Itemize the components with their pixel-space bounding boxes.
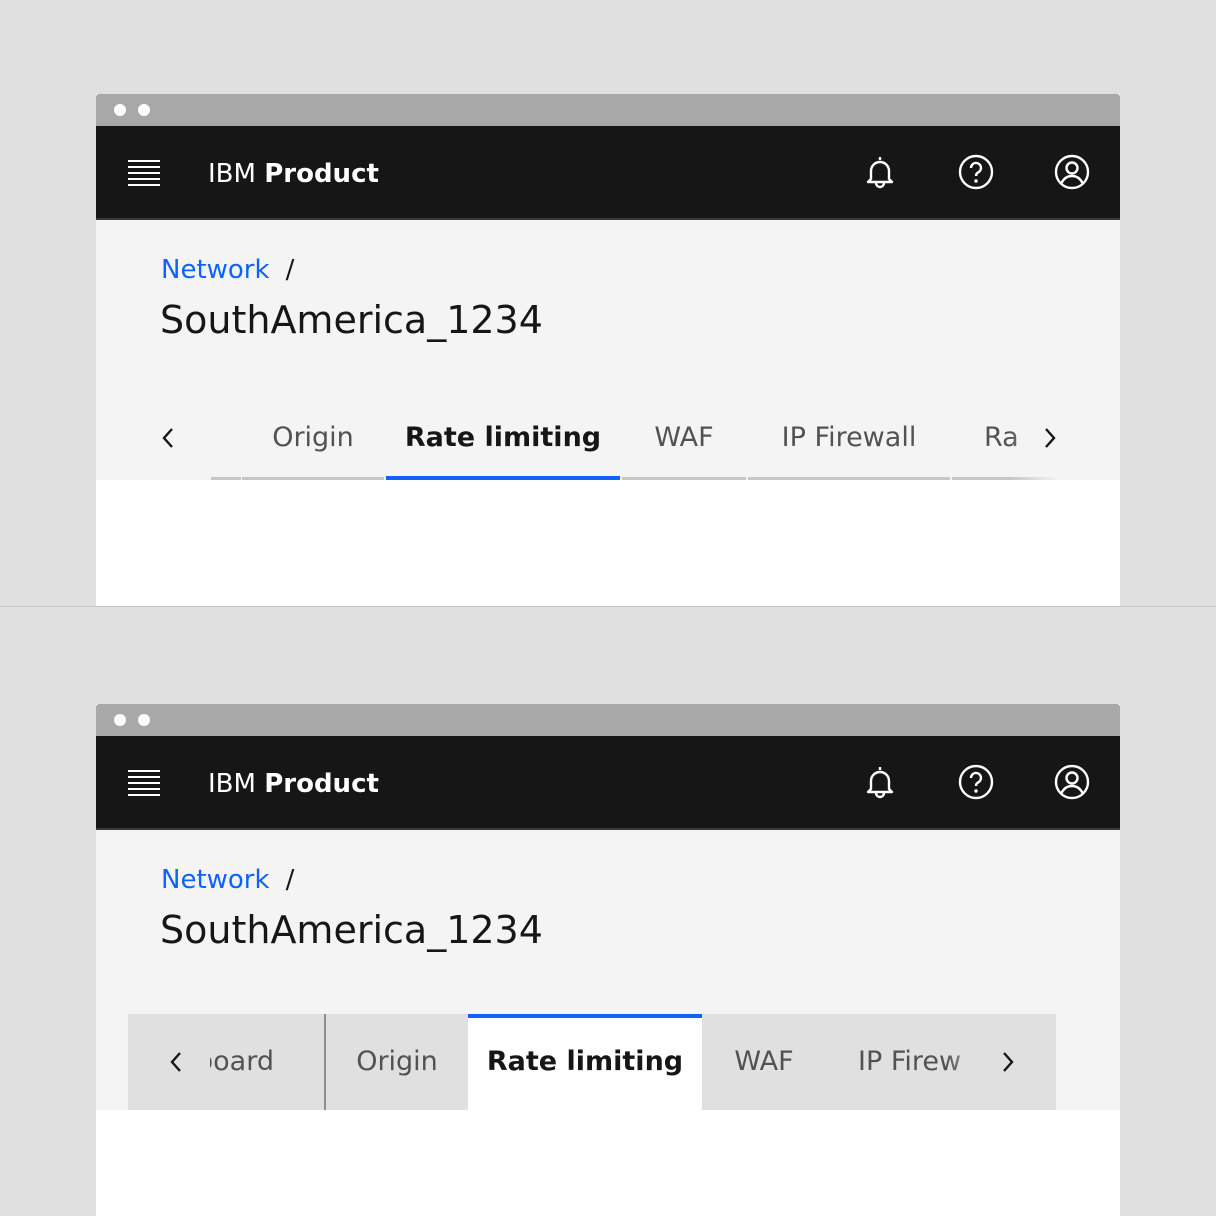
page-header: Network / SouthAmerica_1234 board Origin … (96, 830, 1120, 1110)
tab-label: board (210, 1046, 274, 1077)
breadcrumb: Network / (161, 252, 294, 288)
window-dot (114, 714, 126, 726)
tab-label: Rate limiting (404, 422, 602, 453)
help-icon[interactable] (956, 152, 996, 192)
chevron-right-icon (1003, 1052, 1014, 1072)
tab-ip-firewall-overflow[interactable]: IP Firew (826, 1014, 966, 1110)
breadcrumb: Network / (161, 862, 294, 898)
contained-tabs: board Origin Rate limiting WAF IP Firew (128, 1014, 1056, 1110)
brand-name: Product (264, 159, 379, 189)
chevron-left-icon (162, 428, 173, 448)
window-dot (138, 104, 150, 116)
tab-hidden-left (211, 396, 241, 480)
line-tabs: Origin Rate limiting WAF IP Firewall Ra (96, 396, 1120, 480)
window-dot (114, 104, 126, 116)
page-title: SouthAmerica_1234 (160, 908, 543, 952)
tab-origin[interactable]: Origin (242, 396, 384, 480)
window-titlebar (96, 94, 1120, 126)
tab-ip-firewall[interactable]: IP Firewall (748, 396, 950, 480)
menu-icon[interactable] (128, 159, 160, 187)
page-title: SouthAmerica_1234 (160, 298, 543, 342)
window-titlebar (96, 704, 1120, 736)
tab-origin[interactable]: Origin (326, 1014, 468, 1110)
scroll-right-button[interactable] (988, 1042, 1028, 1082)
breadcrumb-link-network[interactable]: Network (161, 865, 270, 895)
notification-icon[interactable] (860, 762, 900, 802)
user-avatar-icon[interactable] (1052, 152, 1092, 192)
notification-icon[interactable] (860, 152, 900, 192)
ui-shell-header: IBM Product (96, 736, 1120, 830)
tab-label: Origin (272, 422, 354, 453)
breadcrumb-separator: / (285, 255, 295, 285)
tab-dashboard-overflow[interactable]: board (210, 1014, 324, 1110)
brand-name: Product (264, 769, 379, 799)
tab-rate-limiting[interactable]: Rate limiting (468, 1014, 702, 1110)
tab-waf[interactable]: WAF (702, 1014, 826, 1110)
help-icon[interactable] (956, 762, 996, 802)
browser-window-contained-tabs: IBM Product Network / SouthAmerica_1234 b… (96, 704, 1120, 1216)
window-dot (138, 714, 150, 726)
scroll-right-button[interactable] (1030, 418, 1070, 458)
tab-label: WAF (654, 422, 714, 453)
browser-window-line-tabs: IBM Product Network / SouthAmerica_1234 O… (96, 94, 1120, 606)
chevron-right-icon (1045, 428, 1056, 448)
breadcrumb-separator: / (285, 865, 295, 895)
scroll-left-button[interactable] (148, 418, 188, 458)
tab-label: WAF (734, 1046, 794, 1077)
chevron-left-icon (170, 1052, 181, 1072)
tab-label: Origin (356, 1046, 438, 1077)
tab-label: IP Firewall (781, 422, 917, 453)
tab-label: Rate limiting (486, 1046, 684, 1077)
tab-waf[interactable]: WAF (622, 396, 746, 480)
brand-prefix: IBM (208, 159, 256, 189)
user-avatar-icon[interactable] (1052, 762, 1092, 802)
scroll-left-button[interactable] (156, 1042, 196, 1082)
page-header: Network / SouthAmerica_1234 Origin Rate l… (96, 220, 1120, 480)
product-name[interactable]: IBM Product (208, 766, 379, 802)
example-divider (0, 606, 1216, 607)
ui-shell-header: IBM Product (96, 126, 1120, 220)
menu-icon[interactable] (128, 769, 160, 797)
brand-prefix: IBM (208, 769, 256, 799)
product-name[interactable]: IBM Product (208, 156, 379, 192)
breadcrumb-link-network[interactable]: Network (161, 255, 270, 285)
tab-rate-limiting[interactable]: Rate limiting (386, 396, 620, 480)
